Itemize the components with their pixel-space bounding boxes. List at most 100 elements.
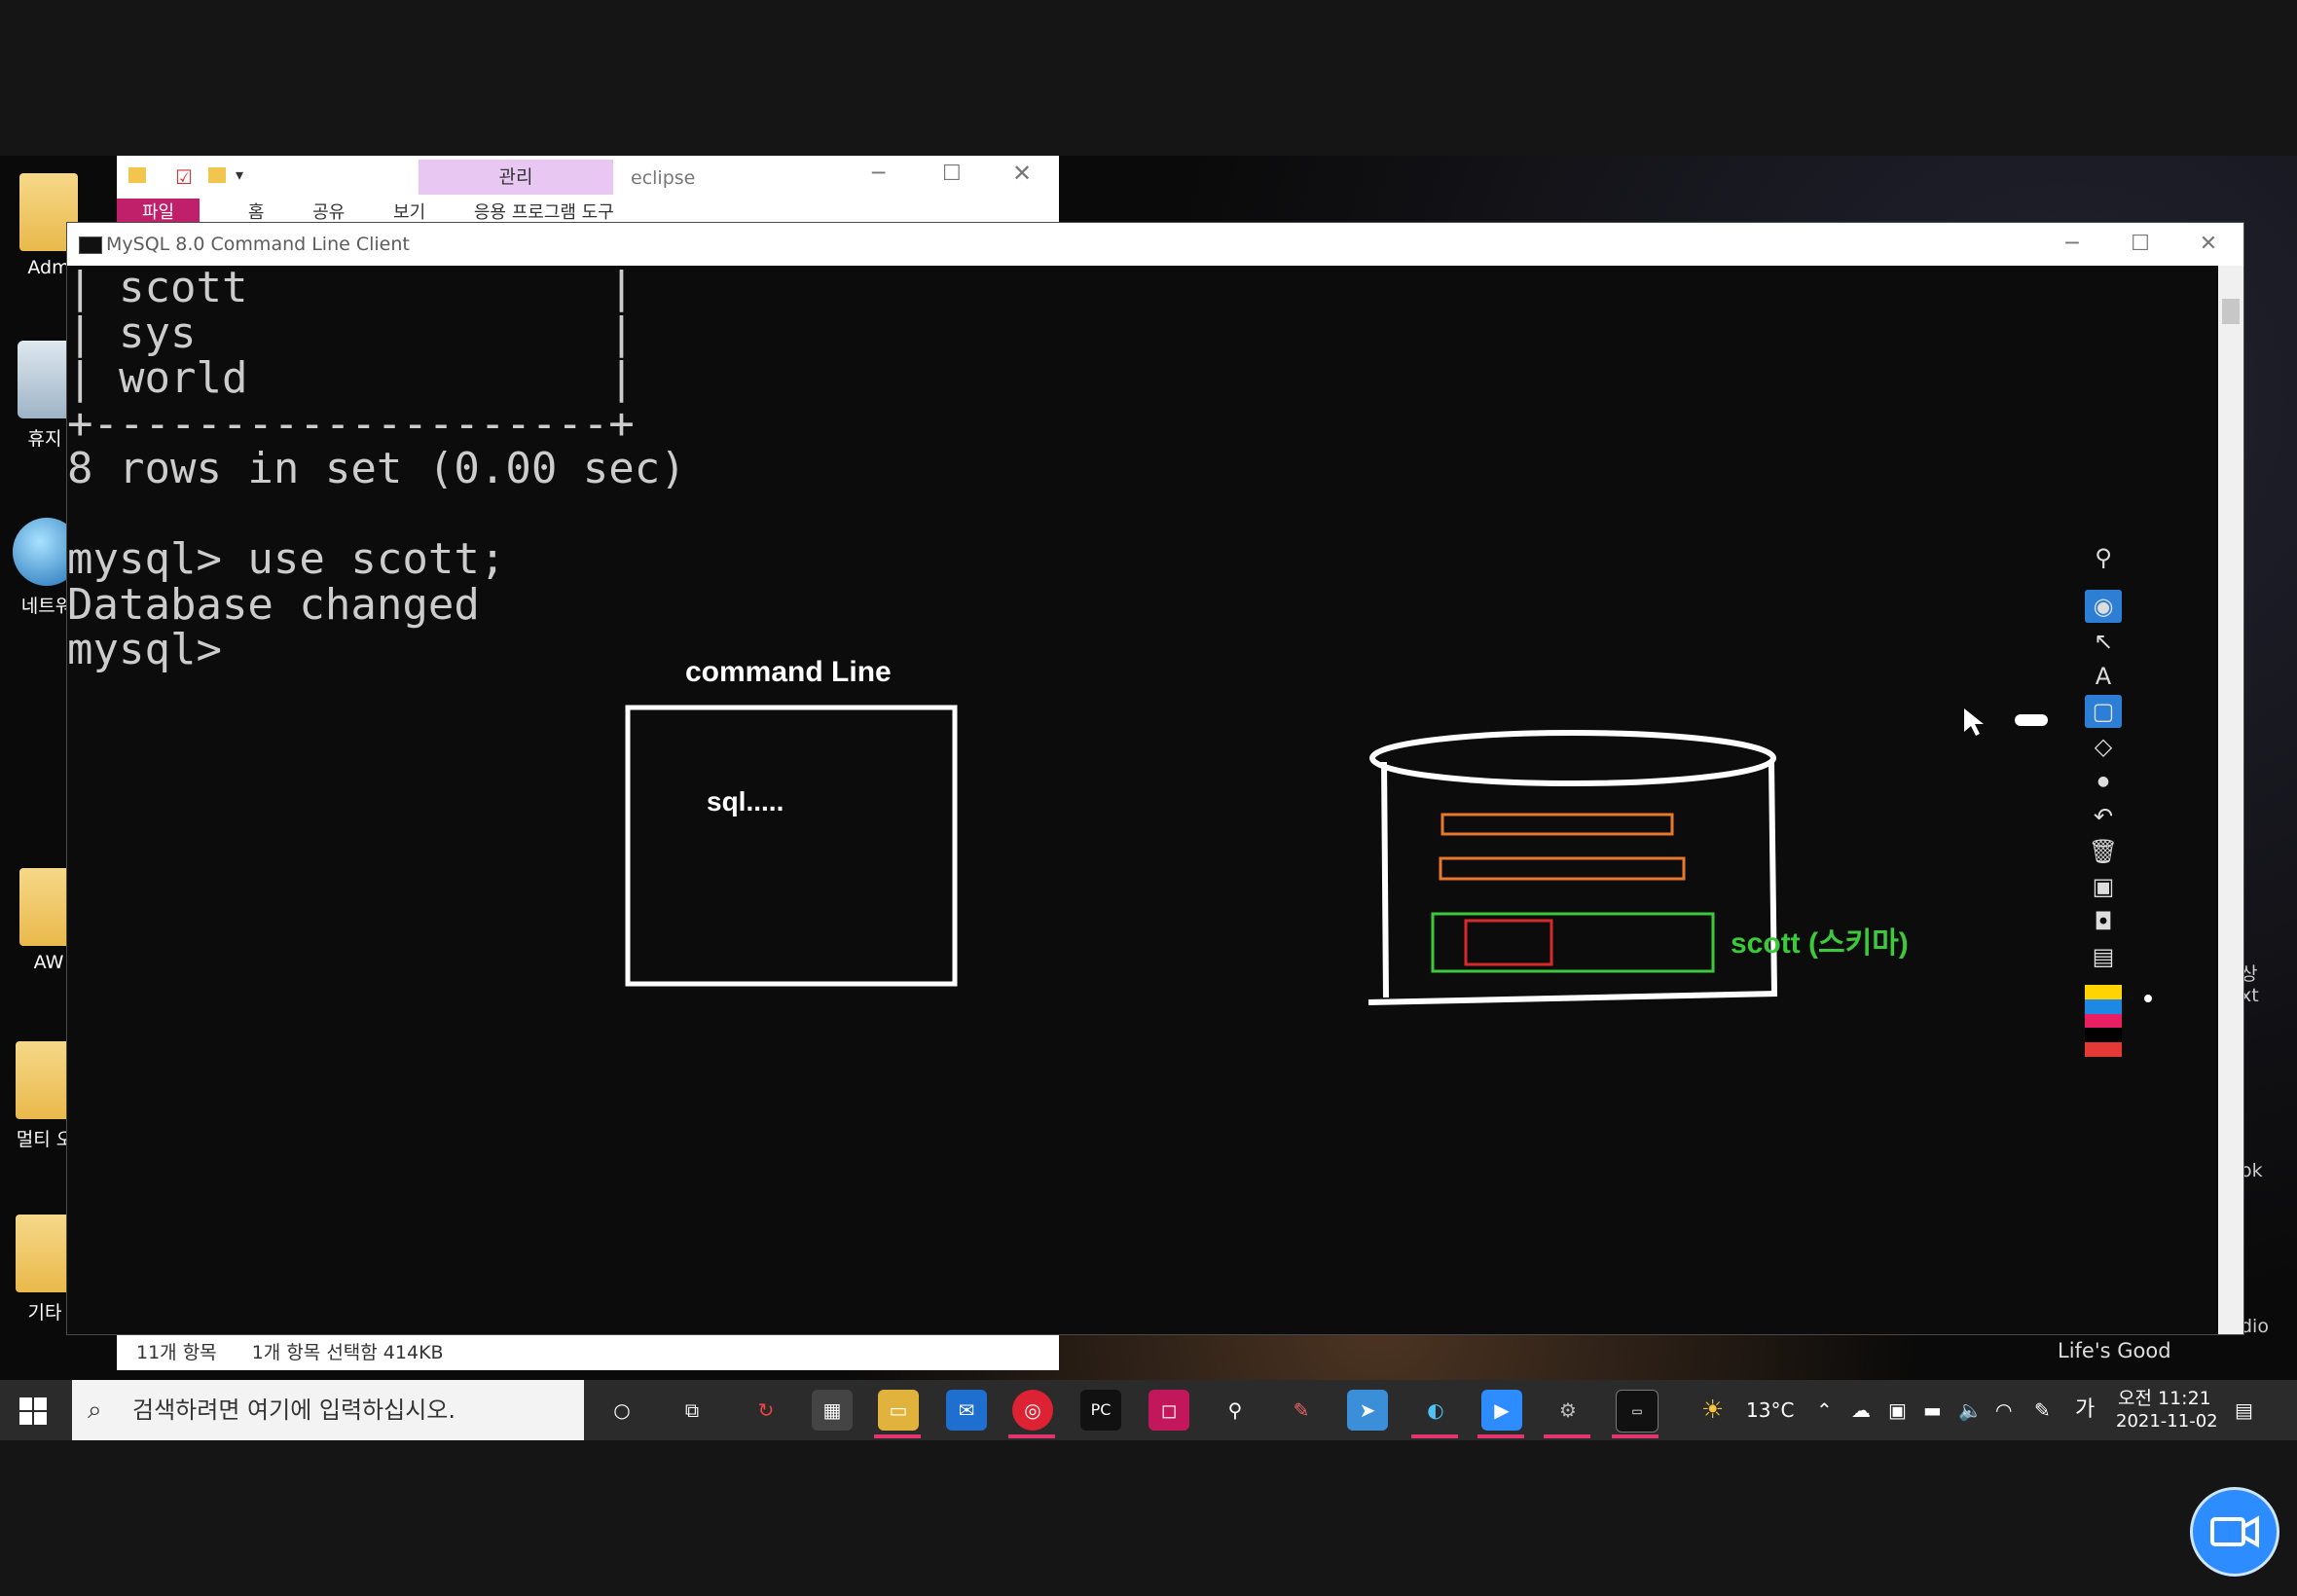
annotation-toolbar: ⚲ ◉ ↖ A ▢ ◇ ● ↶ 🗑 ▣ ◘ ▤ bbox=[2083, 541, 2124, 1057]
recycle-bin-icon bbox=[18, 341, 72, 418]
color-palette[interactable] bbox=[2085, 985, 2122, 1057]
ribbon-tabs: 파일 홈 공유 보기 응용 프로그램 도구 bbox=[117, 199, 657, 227]
notification-icon[interactable]: ▤ bbox=[2235, 1380, 2253, 1440]
desktop-icon-label: Adm bbox=[27, 257, 70, 278]
palette-swatch[interactable] bbox=[2085, 1042, 2122, 1057]
pycharm-icon[interactable]: PC bbox=[1080, 1390, 1121, 1431]
undo-icon[interactable]: ↶ bbox=[2085, 800, 2122, 833]
search-icon: ⌕ bbox=[88, 1396, 102, 1425]
explorer-titlebar: ☑ ▾ 관리 eclipse ─ ☐ ✕ 파일 홈 공유 보기 응용 프로그램 … bbox=[117, 156, 1059, 227]
palette-swatch[interactable] bbox=[2085, 1028, 2122, 1043]
mail-icon[interactable]: ✉ bbox=[946, 1390, 987, 1431]
ime-indicator[interactable]: 가 bbox=[2075, 1380, 2095, 1440]
folder-icon bbox=[16, 1215, 74, 1292]
taskbar: ⌕ 검색하려면 여기에 입력하십시오. ○ ⧉ ↻ ▦ ▭ ✉ ◎ PC ◻ ⚲… bbox=[0, 1380, 2297, 1440]
weather-icon[interactable]: ☀ bbox=[1701, 1380, 1724, 1440]
volume-icon[interactable]: 🔈 bbox=[1958, 1380, 1983, 1440]
app-red-sync-icon[interactable]: ↻ bbox=[746, 1390, 786, 1431]
pin-icon[interactable]: ⚲ bbox=[2085, 541, 2122, 574]
mysql-console-icon[interactable]: ▭ bbox=[1616, 1390, 1659, 1433]
eraser-icon[interactable]: ◇ bbox=[2085, 730, 2122, 763]
wallpaper-text: Life's Good bbox=[2058, 1339, 2171, 1362]
wifi-icon[interactable]: ◠ bbox=[1995, 1380, 2012, 1440]
app-swirl-icon[interactable]: ◐ bbox=[1415, 1390, 1456, 1431]
clipboard-icon[interactable]: ▤ bbox=[2085, 940, 2122, 973]
tab-manage[interactable]: 관리 bbox=[419, 160, 613, 195]
running-indicator bbox=[1411, 1434, 1458, 1438]
folder-icon bbox=[208, 167, 226, 183]
tab-share[interactable]: 공유 bbox=[312, 202, 345, 223]
weather-temp[interactable]: 13°C bbox=[1746, 1380, 1794, 1440]
maximize-icon[interactable]: ☐ bbox=[942, 162, 962, 186]
tab-home[interactable]: 홈 bbox=[248, 202, 265, 223]
terminal-text: | scott | | sys | | world | +-----------… bbox=[67, 263, 686, 674]
clock-time[interactable]: 오전 11:21 bbox=[2118, 1384, 2211, 1410]
rectangle-icon[interactable]: ▢ bbox=[2085, 695, 2122, 728]
vertical-scrollbar[interactable] bbox=[2218, 266, 2243, 1334]
status-item-count: 11개 항목 bbox=[136, 1342, 217, 1363]
chrome-icon[interactable]: ◎ bbox=[1012, 1390, 1053, 1431]
file-explorer-icon[interactable]: ▭ bbox=[878, 1390, 919, 1431]
close-icon[interactable]: ✕ bbox=[1012, 160, 1032, 187]
quick-access-dropdown-icon[interactable]: ▾ bbox=[236, 165, 243, 184]
running-indicator bbox=[1477, 1434, 1524, 1438]
tab-app-tools[interactable]: 응용 프로그램 도구 bbox=[474, 202, 614, 223]
app-pin-icon[interactable]: ⚲ bbox=[1215, 1390, 1256, 1431]
explorer-title: eclipse bbox=[631, 167, 696, 189]
mysql-console-window[interactable]: MySQL 8.0 Command Line Client ─ ☐ ✕ | sc… bbox=[66, 222, 2244, 1335]
running-indicator bbox=[1612, 1434, 1659, 1438]
desktop-icon-label: 휴지 bbox=[27, 428, 62, 450]
minimize-icon[interactable]: ─ bbox=[872, 162, 885, 186]
scrollbar-thumb[interactable] bbox=[2222, 299, 2240, 324]
app-blue-icon[interactable]: ➤ bbox=[1347, 1390, 1388, 1431]
trash-icon[interactable]: 🗑 bbox=[2085, 835, 2122, 868]
minimize-icon[interactable]: ─ bbox=[2037, 223, 2107, 266]
explorer-status-bar: 11개 항목 1개 항목 선택함 414KB bbox=[117, 1334, 1059, 1370]
running-indicator bbox=[1544, 1434, 1590, 1438]
running-indicator bbox=[874, 1434, 921, 1438]
folder-icon bbox=[128, 167, 146, 183]
zoom-camera-button[interactable] bbox=[2190, 1487, 2279, 1577]
cortana-icon[interactable]: ○ bbox=[602, 1390, 642, 1431]
search-input[interactable]: 검색하려면 여기에 입력하십시오. bbox=[132, 1380, 456, 1440]
battery-icon[interactable]: ▬ bbox=[1923, 1380, 1942, 1440]
maximize-icon[interactable]: ☐ bbox=[2105, 223, 2175, 266]
chevron-up-icon[interactable]: ⌃ bbox=[1816, 1380, 1833, 1440]
store-icon[interactable]: ▦ bbox=[812, 1390, 853, 1431]
console-app-icon bbox=[79, 236, 102, 254]
close-icon[interactable]: ✕ bbox=[2173, 223, 2243, 266]
clock-date[interactable]: 2021-11-02 bbox=[2116, 1411, 2218, 1432]
folder-icon bbox=[16, 1041, 74, 1119]
task-view-icon[interactable]: ⧉ bbox=[672, 1390, 712, 1431]
app-pencil-icon[interactable]: ✎ bbox=[1281, 1390, 1322, 1431]
search-box[interactable]: ⌕ 검색하려면 여기에 입력하십시오. bbox=[72, 1380, 584, 1440]
cloud-icon[interactable]: ☁ bbox=[1851, 1380, 1871, 1440]
tab-view[interactable]: 보기 bbox=[393, 202, 425, 223]
app-gear-icon[interactable]: ⚙ bbox=[1548, 1390, 1588, 1431]
device-icon[interactable]: ▣ bbox=[1888, 1380, 1907, 1440]
running-indicator bbox=[1008, 1434, 1055, 1438]
console-titlebar: MySQL 8.0 Command Line Client ─ ☐ ✕ bbox=[67, 223, 2243, 266]
windows-start-icon[interactable] bbox=[19, 1397, 47, 1425]
palette-swatch[interactable] bbox=[2085, 985, 2122, 999]
palette-swatch[interactable] bbox=[2085, 1013, 2122, 1029]
presentation-icon[interactable]: ▣ bbox=[2085, 870, 2122, 903]
console-output[interactable]: | scott | | sys | | world | +-----------… bbox=[67, 263, 2218, 1334]
zoom-icon[interactable]: ▶ bbox=[1481, 1390, 1522, 1431]
video-camera-icon bbox=[2210, 1515, 2259, 1548]
desktop-icon-label: AW bbox=[33, 952, 64, 973]
desktop-icon-label: 네트워 bbox=[20, 596, 73, 617]
palette-swatch[interactable] bbox=[2085, 998, 2122, 1014]
eye-icon[interactable]: ◉ bbox=[2085, 590, 2122, 623]
pointer-icon[interactable]: ↖ bbox=[2085, 625, 2122, 658]
console-title: MySQL 8.0 Command Line Client bbox=[106, 234, 410, 255]
app-red-square-icon[interactable]: ◻ bbox=[1148, 1390, 1189, 1431]
dot-icon[interactable]: ● bbox=[2085, 765, 2122, 798]
text-icon[interactable]: A bbox=[2085, 660, 2122, 693]
desktop-edge-label: dio bbox=[2241, 1316, 2269, 1337]
camera-icon[interactable]: ◘ bbox=[2085, 905, 2122, 938]
pen-icon[interactable]: ✎ bbox=[2034, 1380, 2051, 1440]
status-selection: 1개 항목 선택함 414KB bbox=[251, 1342, 444, 1363]
desktop-icon-label: 기타 bbox=[27, 1302, 62, 1324]
checkmark-icon[interactable]: ☑ bbox=[175, 165, 193, 189]
